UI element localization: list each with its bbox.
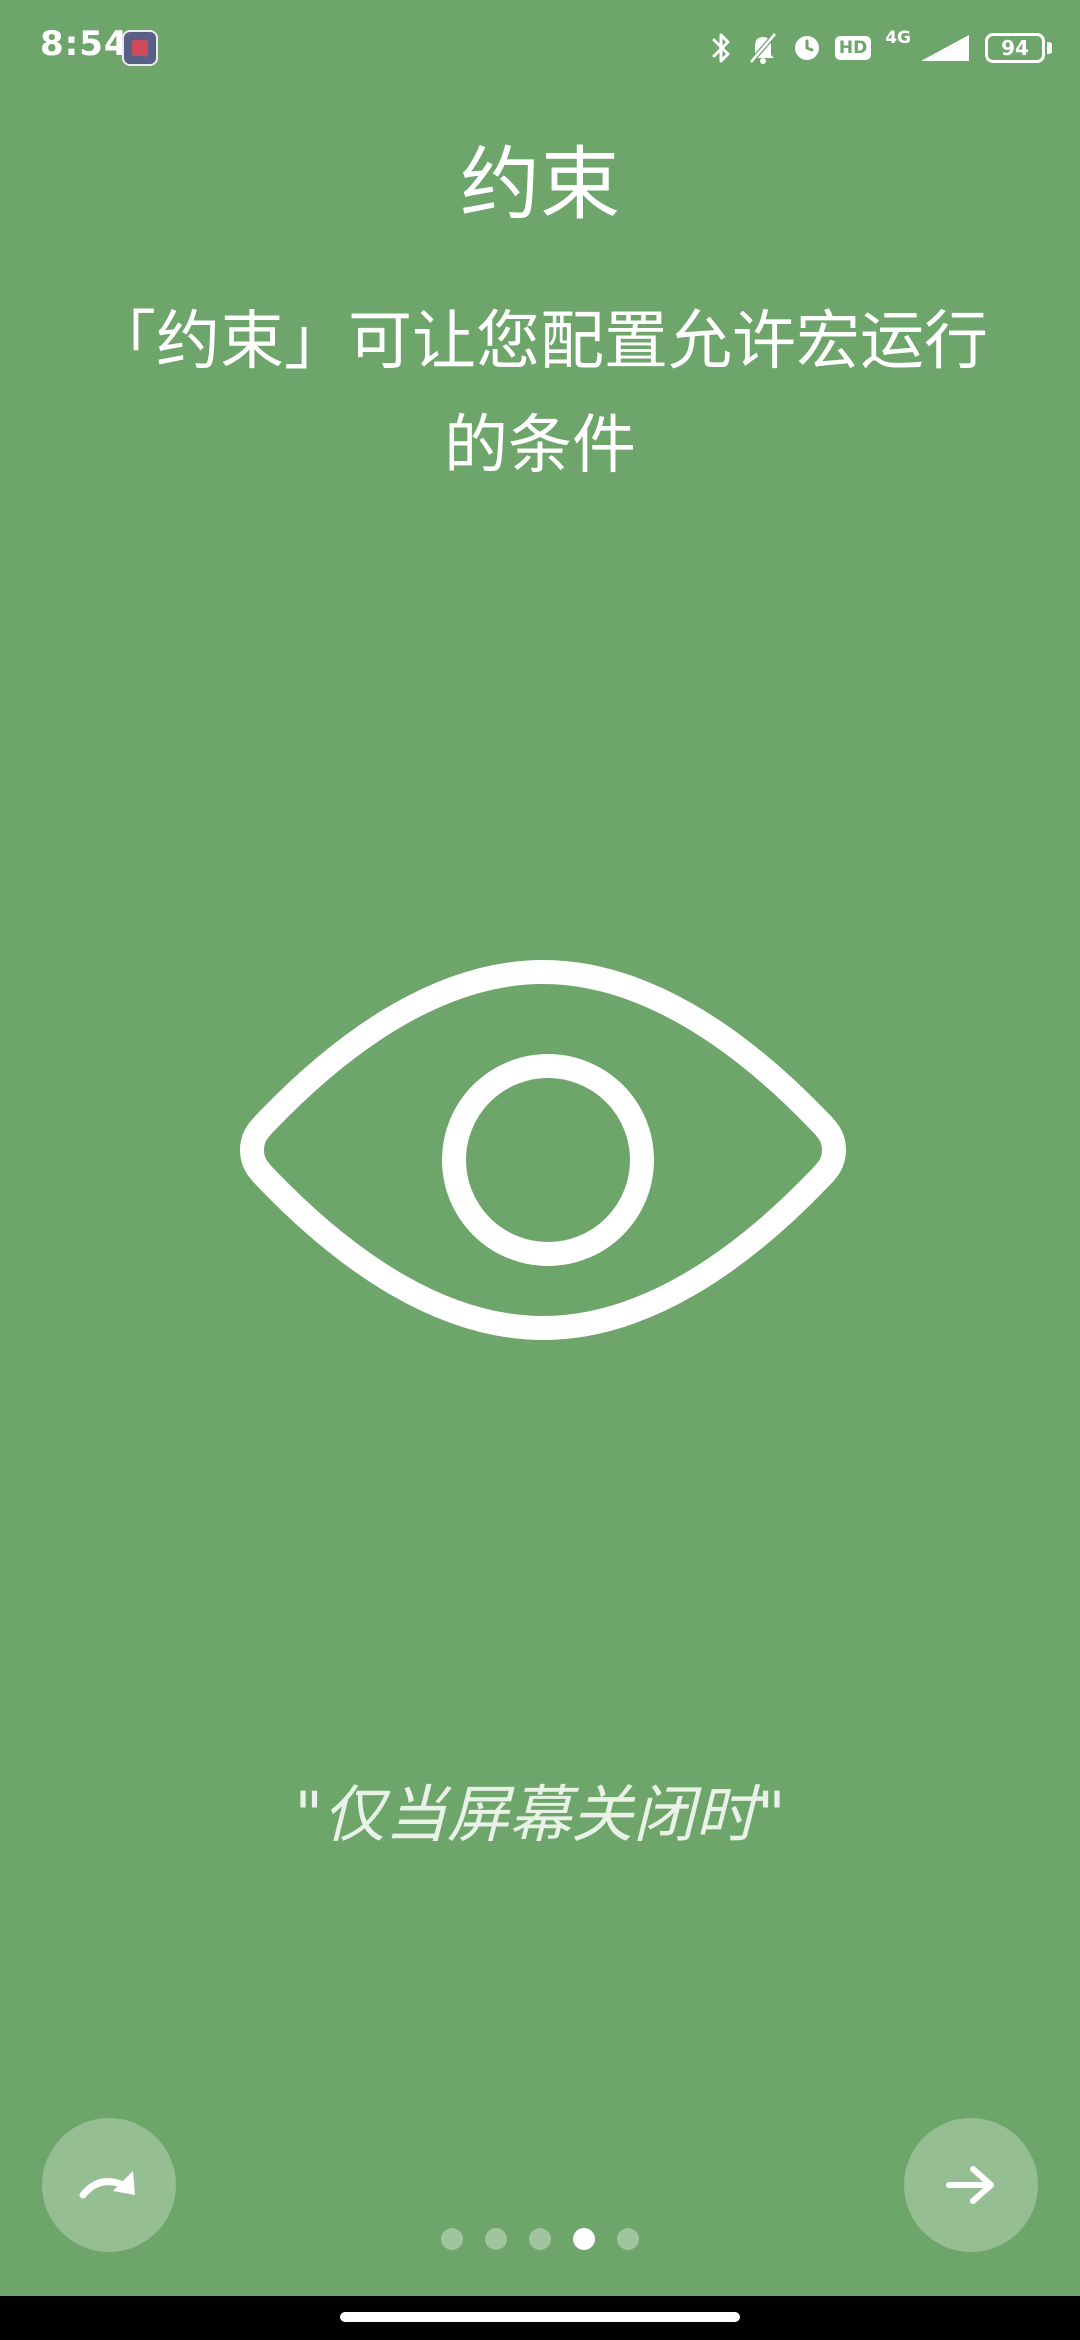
- hd-icon: HD: [834, 36, 872, 60]
- app-notification-icon: [122, 30, 158, 66]
- bluetooth-icon: [712, 33, 730, 63]
- battery-nub: [1047, 42, 1052, 54]
- page-dot-1[interactable]: [441, 2228, 463, 2250]
- mute-icon: [748, 32, 777, 64]
- page-dot-2[interactable]: [485, 2228, 507, 2250]
- page-dot-3[interactable]: [529, 2228, 551, 2250]
- page-dot-4-active[interactable]: [573, 2228, 595, 2250]
- eye-icon: [240, 960, 846, 1340]
- alarm-icon: [794, 36, 819, 60]
- page-description: 「约束」可让您配置允许宏运行的条件: [92, 305, 988, 483]
- page-dot-5[interactable]: [617, 2228, 639, 2250]
- status-icons: HD 4G 94: [711, 26, 1052, 70]
- battery-level: 94: [1001, 36, 1029, 60]
- skip-redo-arrow-icon: [79, 2171, 135, 2199]
- arrow-right-icon: [946, 2166, 994, 2204]
- next-button[interactable]: [904, 2118, 1038, 2252]
- network-type-label: 4G: [885, 28, 911, 48]
- page-title: 约束: [460, 138, 620, 231]
- page-indicator: [0, 2228, 1080, 2250]
- signal-icon: [921, 35, 969, 61]
- battery-icon: 94: [985, 33, 1045, 63]
- home-indicator[interactable]: [340, 2312, 740, 2322]
- status-bar: 8:54 HD 4G 94: [0, 0, 1080, 96]
- example-quote: "仅当屏幕关闭时": [294, 1778, 786, 1851]
- status-time: 8:54: [40, 24, 129, 64]
